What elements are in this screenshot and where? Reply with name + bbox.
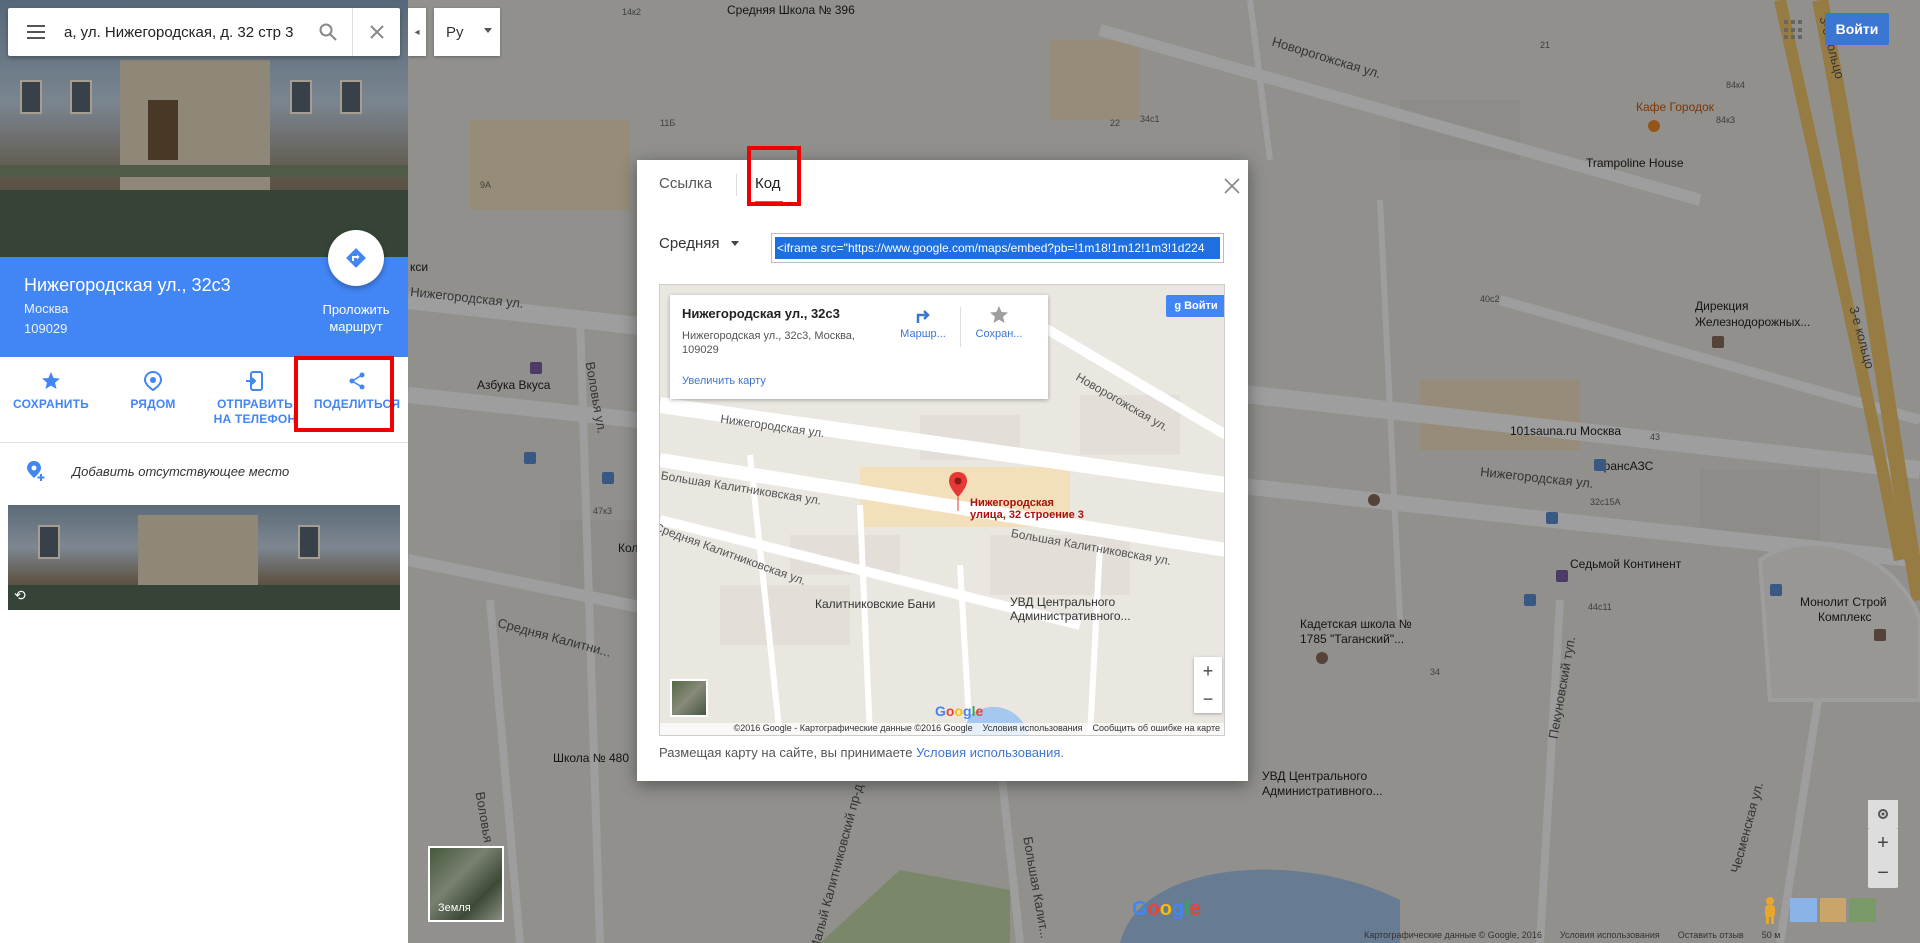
terrain-layer-icon[interactable] [1819, 898, 1847, 922]
preview-zoom-control: + − [1194, 657, 1222, 713]
embed-code-text[interactable]: <iframe src="https://www.google.com/maps… [775, 237, 1220, 259]
preview-signin-button[interactable]: g Войти [1166, 295, 1224, 317]
save-button[interactable]: СОХРАНИТЬ [0, 357, 102, 443]
place-title: Нижегородская ул., 32с3 [24, 275, 231, 295]
earth-view-toggle[interactable]: Земля [428, 846, 504, 922]
google-logo: Google [1132, 898, 1201, 920]
map-pin-icon[interactable] [948, 471, 968, 511]
place-panel: а, ул. Нижегородская, д. 32 стр 3 Нижего… [0, 0, 408, 943]
360-icon: ⟲ [14, 587, 26, 603]
nearby-icon [143, 371, 163, 391]
hamburger-icon [27, 25, 45, 39]
preview-satellite-toggle[interactable] [670, 679, 708, 717]
terms-notice: Размещая карту на сайте, вы принимаете У… [659, 745, 1065, 760]
enlarge-map-link[interactable]: Увеличить карту [682, 375, 766, 387]
embed-code-field[interactable]: <iframe src="https://www.google.com/maps… [771, 233, 1224, 263]
tab-divider [736, 174, 737, 196]
preview-zoom-out[interactable]: − [1194, 685, 1222, 713]
map-copyright: Картографические данные © Google, 2016 [1364, 930, 1542, 940]
place-city: Москва [24, 301, 69, 316]
scale-label: 50 м [1761, 930, 1781, 940]
crosshair-icon [1878, 809, 1888, 819]
nearby-button[interactable]: РЯДОМ [102, 357, 204, 443]
preview-route-label: Маршр... [900, 328, 946, 340]
preview-place-card: Нижегородская ул., 32с3 Нижегородская ул… [670, 295, 1048, 399]
map-label: УВД Центрального [1010, 595, 1116, 609]
search-icon [319, 23, 337, 41]
google-logo: Google [935, 703, 984, 719]
apps-grid-icon[interactable] [1784, 20, 1804, 40]
collapse-panel-button[interactable]: ◂ [408, 8, 426, 56]
add-place-label: Добавить отсутствующее место [72, 463, 290, 479]
google-plus-icon: g [1174, 300, 1182, 312]
chevron-down-icon [484, 28, 492, 33]
add-missing-place[interactable]: Добавить отсутствующее место [0, 443, 408, 499]
terms-of-use-link[interactable]: Условия использования. [916, 745, 1064, 760]
street-view-thumbnail[interactable]: ⟲ [8, 505, 400, 610]
send-to-phone-button[interactable]: ОТПРАВИТЬ НА ТЕЛЕФОН [204, 357, 306, 443]
add-location-icon [27, 461, 45, 481]
send-to-phone-icon [246, 371, 263, 391]
close-icon [369, 25, 384, 39]
preview-save-label: Сохран... [975, 328, 1023, 340]
tab-link[interactable]: Ссылка [659, 175, 712, 192]
preview-zoom-in[interactable]: + [1194, 657, 1222, 685]
preview-route-button[interactable]: Маршр... [888, 305, 958, 340]
pegman-icon[interactable] [1760, 896, 1780, 924]
signin-button[interactable]: Войти [1825, 13, 1889, 45]
satellite-layer-icon[interactable] [1849, 898, 1877, 922]
directions-icon [916, 310, 930, 323]
menu-button[interactable] [8, 8, 64, 56]
star-icon [990, 306, 1008, 323]
preview-save-button[interactable]: Сохран... [964, 305, 1034, 340]
search-box: а, ул. Нижегородская, д. 32 стр 3 [8, 8, 400, 56]
preview-footer: ©2016 Google - Картографические данные ©… [660, 723, 1224, 735]
language-value: Ру [446, 23, 464, 41]
directions-icon [346, 248, 366, 268]
zoom-control: + − [1868, 828, 1898, 888]
preview-card-address: Нижегородская ул., 32с3, Москва, 109029 [682, 330, 855, 356]
close-icon [1224, 178, 1240, 194]
share-tabs: Ссылка Код [637, 146, 1248, 208]
zoom-out-button[interactable]: − [1868, 858, 1898, 888]
map-size-select[interactable]: Средняя [659, 235, 740, 252]
search-button[interactable] [304, 8, 352, 56]
search-input[interactable]: а, ул. Нижегородская, д. 32 стр 3 [64, 24, 304, 41]
pin-label: Нижегородская улица, 32 строение 3 [970, 497, 1084, 521]
preview-copyright: ©2016 Google - Картографические данные ©… [733, 723, 973, 733]
map-label: Калитниковские Бани [815, 597, 936, 611]
code-tab-highlight-box [747, 146, 801, 206]
preview-terms-link[interactable]: Условия использования [983, 723, 1083, 735]
close-dialog-button[interactable] [1224, 178, 1242, 196]
chevron-left-icon: ◂ [414, 26, 420, 38]
language-select[interactable]: Ру [434, 8, 500, 56]
earth-label: Земля [438, 902, 471, 914]
my-location-button[interactable] [1868, 800, 1898, 828]
star-icon [42, 372, 60, 389]
directions-button[interactable] [328, 230, 384, 286]
clear-search-button[interactable] [352, 8, 400, 56]
preview-report-link[interactable]: Сообщить об ошибке на карте [1093, 723, 1220, 735]
map-label: Административного... [1010, 609, 1131, 623]
nearby-label: РЯДОМ [130, 397, 176, 411]
embed-map-preview[interactable]: Новорогожская ул. Нижегородская ул. Боль… [659, 284, 1225, 736]
zoom-in-button[interactable]: + [1868, 828, 1898, 858]
route-label[interactable]: Проложить маршрут [300, 301, 412, 335]
map-size-value: Средняя [659, 235, 720, 252]
send-to-phone-label: ОТПРАВИТЬ НА ТЕЛЕФОН [213, 397, 297, 426]
share-dialog: Ссылка Код Средняя <iframe src="https://… [637, 146, 1248, 781]
chevron-down-icon [731, 241, 740, 246]
preview-card-title: Нижегородская ул., 32с3 [682, 306, 840, 321]
layers-strip[interactable] [1790, 898, 1877, 922]
save-label: СОХРАНИТЬ [13, 397, 89, 411]
share-highlight-box [294, 356, 394, 432]
map-footer: Картографические данные © Google, 2016 У… [1360, 930, 1920, 943]
transit-layer-icon[interactable] [1790, 898, 1817, 922]
feedback-link[interactable]: Оставить отзыв [1678, 930, 1744, 943]
terms-link[interactable]: Условия использования [1560, 930, 1660, 943]
place-zip: 109029 [24, 321, 68, 336]
